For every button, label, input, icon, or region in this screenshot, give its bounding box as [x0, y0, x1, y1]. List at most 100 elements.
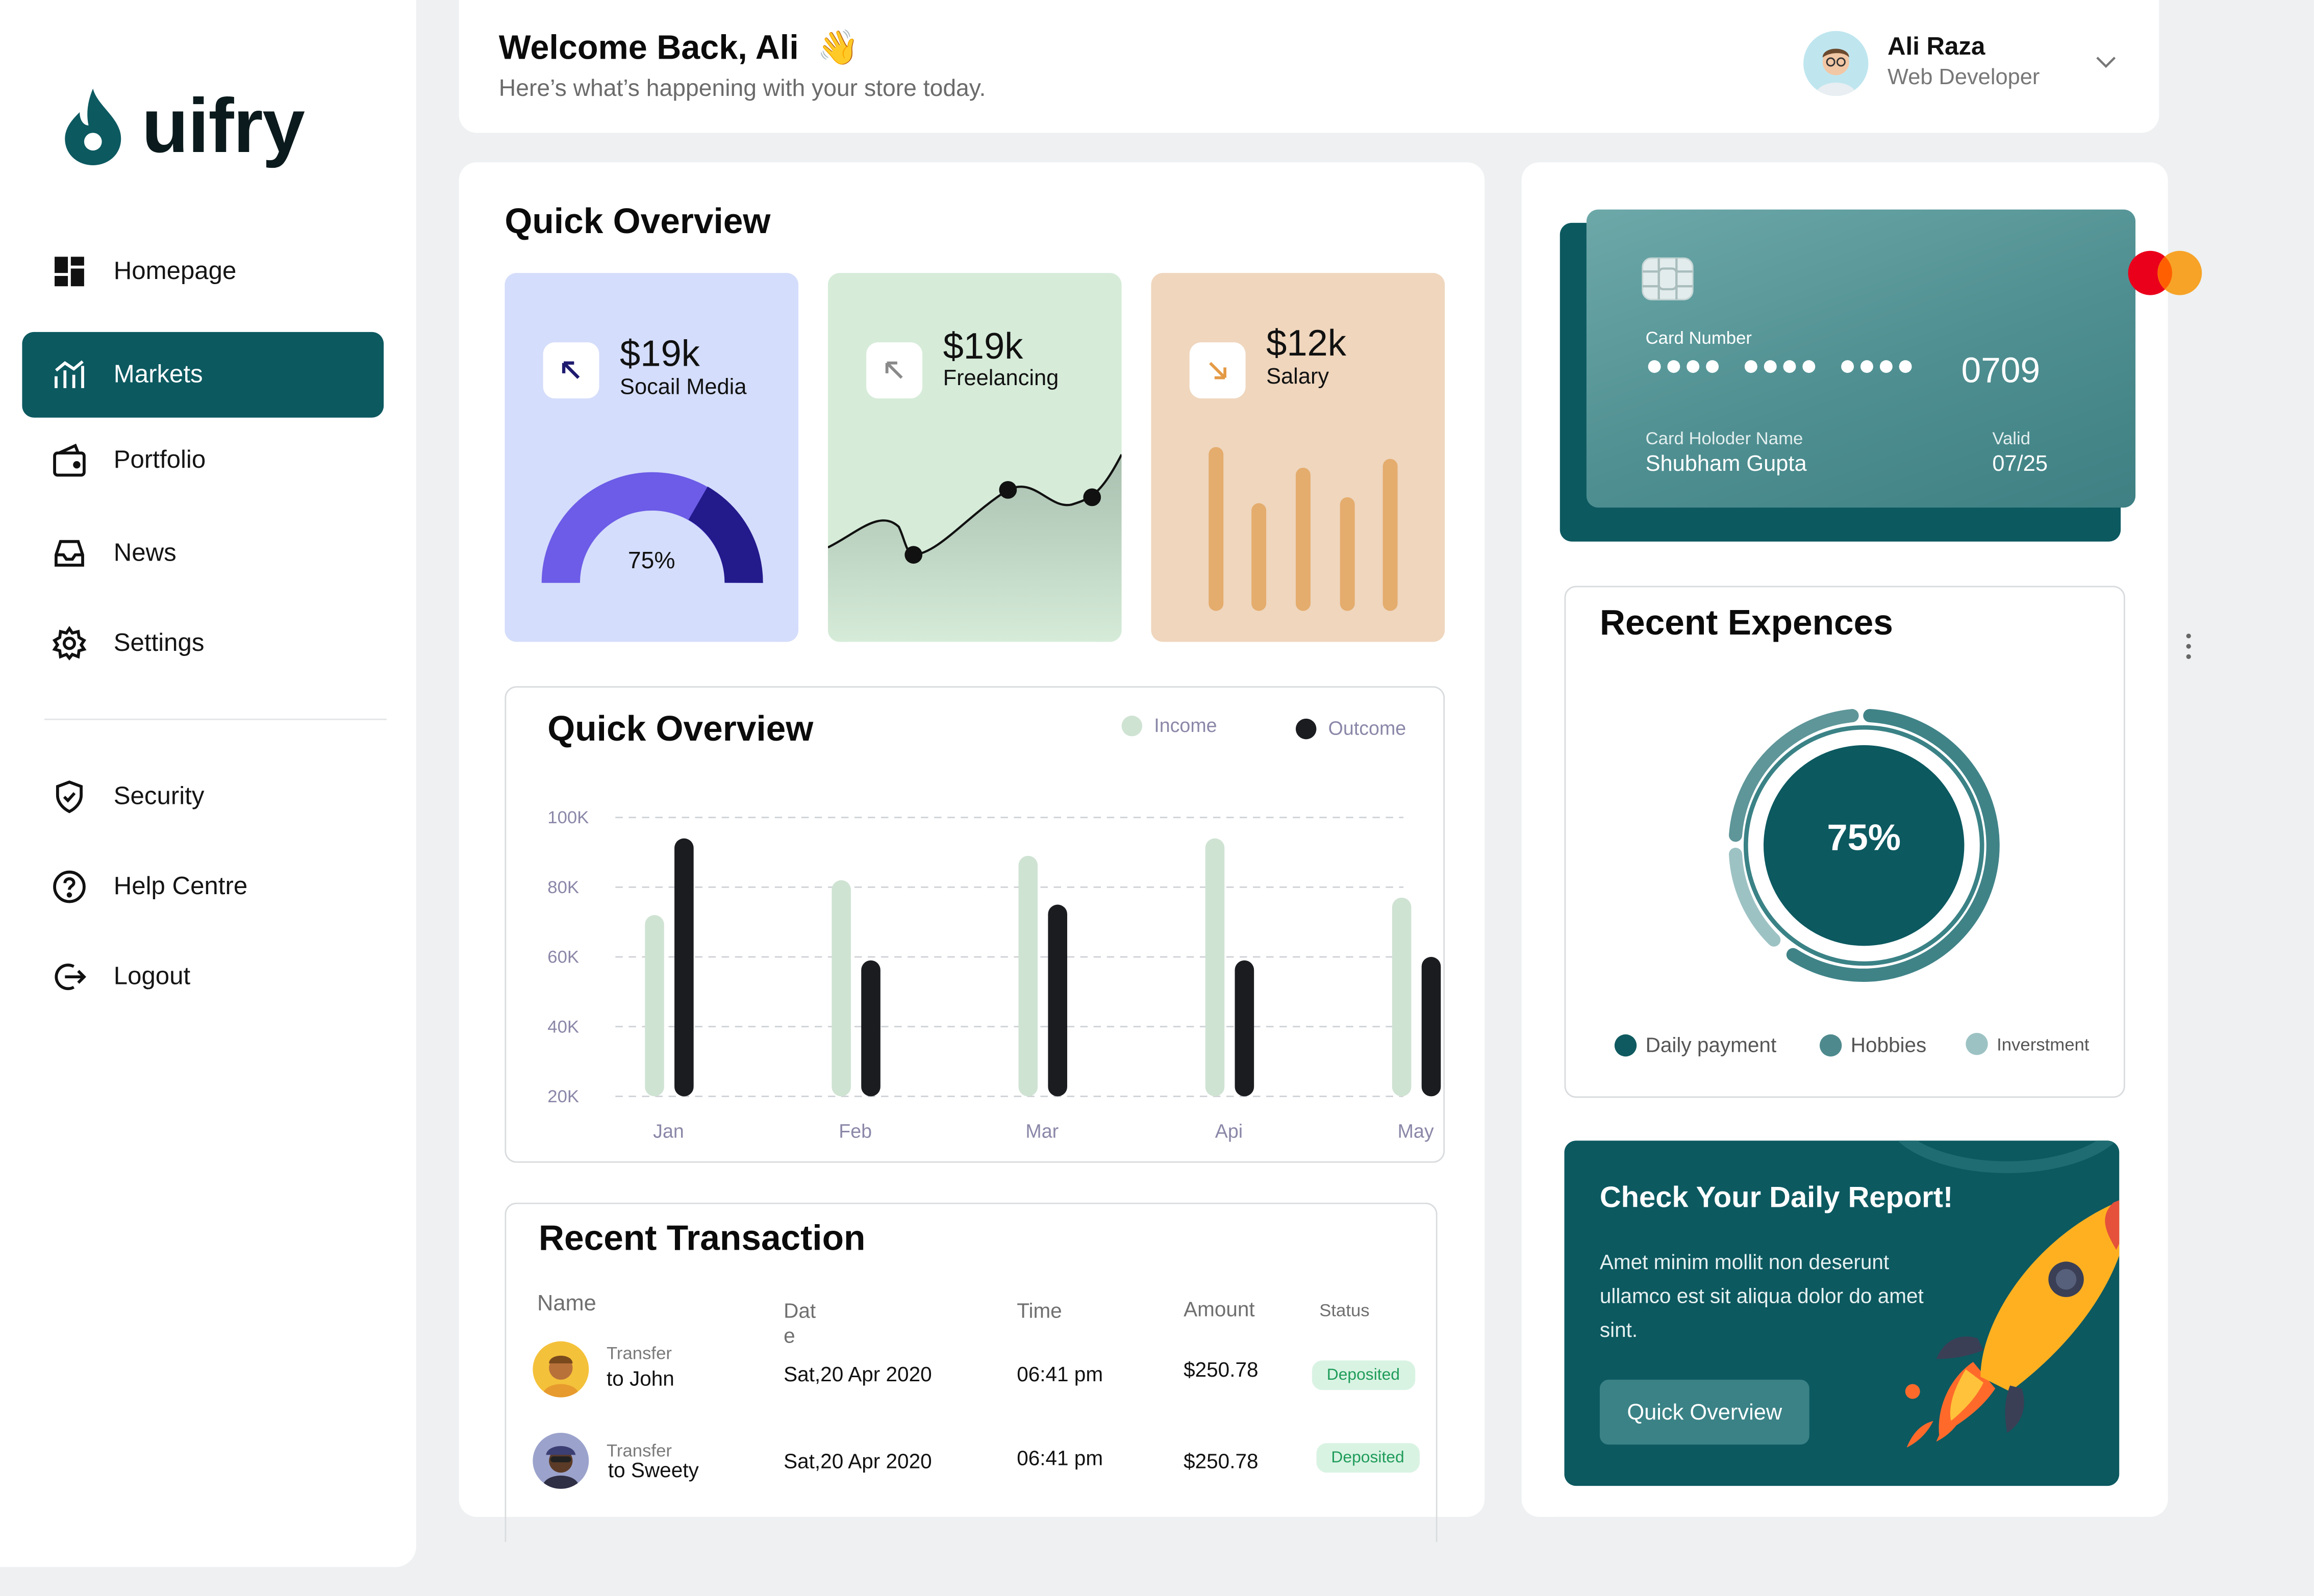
stat-card-freelancing[interactable]: $19k Freelancing	[827, 273, 1122, 642]
y-tick-label: 100K	[547, 808, 589, 827]
sidebar-item-label: Security	[113, 782, 205, 810]
card-valid-date: 07/25	[1992, 451, 2048, 477]
right-panel: Card Number ●●●● ●●●● ●●●● 0709 Card Hol…	[1521, 162, 2202, 1517]
user-role: Web Developer	[1888, 65, 2040, 90]
wallet-icon	[52, 443, 87, 478]
mastercard-logo-icon	[2128, 250, 2202, 295]
x-tick-label: Feb	[839, 1120, 872, 1142]
col-header-date: Dat e	[784, 1298, 816, 1348]
legend-daily-payment: Daily payment	[1614, 1033, 1776, 1056]
txn-time: 06:41 pm	[1017, 1446, 1103, 1470]
bar-income-mar[interactable]	[1018, 855, 1038, 1097]
bar-outcome-feb[interactable]	[861, 960, 881, 1097]
inbox-icon	[52, 536, 87, 571]
stat-label: Socail Media	[620, 374, 747, 400]
arrow-down-right-icon	[1189, 342, 1246, 399]
bar-income-feb[interactable]	[832, 880, 851, 1097]
sidebar-item-label: Homepage	[113, 257, 237, 285]
legend-hobbies: Hobbies	[1819, 1033, 1927, 1057]
bar-income-may[interactable]	[1392, 897, 1412, 1097]
x-tick-label: May	[1398, 1120, 1434, 1142]
logout-icon	[52, 959, 87, 994]
txn-date: Sat,20 Apr 2020	[784, 1449, 932, 1473]
quick-overview-button[interactable]: Quick Overview	[1599, 1379, 1809, 1445]
sidebar-item-label: Settings	[113, 628, 205, 657]
chart-icon	[52, 357, 87, 392]
sidebar-item-label: Logout	[113, 962, 191, 991]
col-header-name: Name	[537, 1291, 596, 1316]
legend-dot	[1819, 1033, 1842, 1056]
gauge-percent: 75%	[627, 549, 675, 574]
daily-report-card: Check Your Daily Report! Amet minim moll…	[1564, 1141, 2120, 1486]
sidebar-item-settings[interactable]: Settings	[22, 600, 384, 686]
more-options-icon[interactable]	[2183, 631, 2195, 661]
trend-line-chart	[827, 454, 1122, 642]
transfer-name: to John	[606, 1366, 674, 1390]
legend-investment: Inverstment	[1966, 1033, 2089, 1055]
sidebar-item-label: Help Centre	[113, 872, 248, 900]
txn-amount: $250.78	[1184, 1449, 1259, 1473]
card-valid-label: Valid	[1992, 427, 2031, 449]
stat-card-salary[interactable]: $12k Salary	[1151, 273, 1445, 642]
card-number-label: Card Number	[1645, 327, 1752, 348]
stat-label: Freelancing	[943, 366, 1059, 391]
stat-value: $19k	[620, 333, 700, 375]
bar-chart-svg: 100K 80K 60K 40K 20K Jan Feb Mar Api May	[547, 808, 1441, 1142]
bar-outcome-jan[interactable]	[674, 838, 694, 1097]
stat-value: $19k	[943, 326, 1023, 368]
credit-card[interactable]: Card Number ●●●● ●●●● ●●●● 0709 Card Hol…	[1586, 209, 2136, 508]
bar-outcome-api[interactable]	[1235, 960, 1254, 1097]
brand-name: uifry	[141, 84, 305, 170]
arrow-up-left-icon	[866, 342, 923, 399]
card-holder-label: Card Holoder Name	[1645, 427, 1803, 449]
donut-percent: 75%	[1827, 817, 1901, 859]
recent-transactions: Recent Transaction Name Dat e Time Amoun…	[505, 1202, 1438, 1542]
sidebar-item-news[interactable]: News	[22, 511, 384, 596]
bar-income-jan[interactable]	[645, 915, 664, 1097]
sidebar-item-portfolio[interactable]: Portfolio	[22, 418, 384, 503]
top-header: Welcome Back, Ali 👋 Here’s what’s happen…	[459, 0, 2159, 133]
col-header-time: Time	[1017, 1298, 1062, 1323]
transfer-prefix: Transfer	[606, 1342, 672, 1364]
sidebar: uifry Homepage Markets Portfolio News Se…	[0, 0, 416, 1567]
y-tick-label: 40K	[547, 1017, 579, 1036]
legend-label: Inverstment	[1997, 1033, 2090, 1054]
sidebar-item-label: Portfolio	[113, 445, 206, 474]
shield-icon	[52, 779, 87, 814]
x-tick-label: Api	[1215, 1120, 1243, 1142]
gear-icon	[52, 626, 87, 661]
status-badge: Deposited	[1312, 1360, 1415, 1390]
welcome-subtitle: Here’s what’s happening with your store …	[498, 77, 986, 102]
legend-dot	[1966, 1033, 1988, 1055]
bar-income-api[interactable]	[1205, 838, 1225, 1097]
dashboard-page: uifry Homepage Markets Portfolio News Se…	[0, 0, 2314, 1596]
sidebar-item-help-centre[interactable]: Help Centre	[22, 844, 384, 930]
stat-card-social-media[interactable]: $19k Socail Media 75%	[505, 273, 799, 642]
bar-outcome-may[interactable]	[1421, 957, 1441, 1097]
bar-outcome-mar[interactable]	[1048, 904, 1067, 1097]
sidebar-item-security[interactable]: Security	[22, 754, 384, 840]
chevron-down-icon[interactable]	[2094, 50, 2118, 73]
col-header-amount: Amount	[1184, 1297, 1255, 1321]
txn-amount: $250.78	[1184, 1357, 1259, 1381]
card-masked-digits: ●●●● ●●●● ●●●●	[1645, 349, 1916, 383]
avatar[interactable]	[1803, 31, 1869, 96]
sidebar-item-logout[interactable]: Logout	[22, 934, 384, 1020]
sidebar-item-markets[interactable]: Markets	[22, 332, 384, 418]
sidebar-item-homepage[interactable]: Homepage	[22, 229, 384, 314]
income-outcome-chart: Quick Overview Income Outcome 100K 80K 60K…	[505, 686, 1445, 1163]
report-body: Amet minim mollit non deserunt ullamco e…	[1599, 1250, 1924, 1341]
recent-expenses: Recent Expences 75% Daily payment Hobbie…	[1564, 586, 2125, 1098]
stat-value: $12k	[1266, 323, 1346, 365]
welcome-text: Welcome Back, Ali	[498, 28, 799, 67]
x-tick-label: Jan	[653, 1120, 684, 1142]
avatar	[533, 1341, 589, 1398]
x-tick-label: Mar	[1025, 1120, 1059, 1142]
legend-label: Hobbies	[1850, 1033, 1927, 1057]
rocket-icon	[1905, 1200, 2120, 1448]
sidebar-item-label: News	[113, 538, 177, 567]
y-tick-label: 20K	[547, 1087, 579, 1106]
stat-label: Salary	[1266, 364, 1329, 390]
brand-logo[interactable]: uifry	[62, 83, 305, 171]
section-title: Quick Overview	[505, 202, 771, 242]
